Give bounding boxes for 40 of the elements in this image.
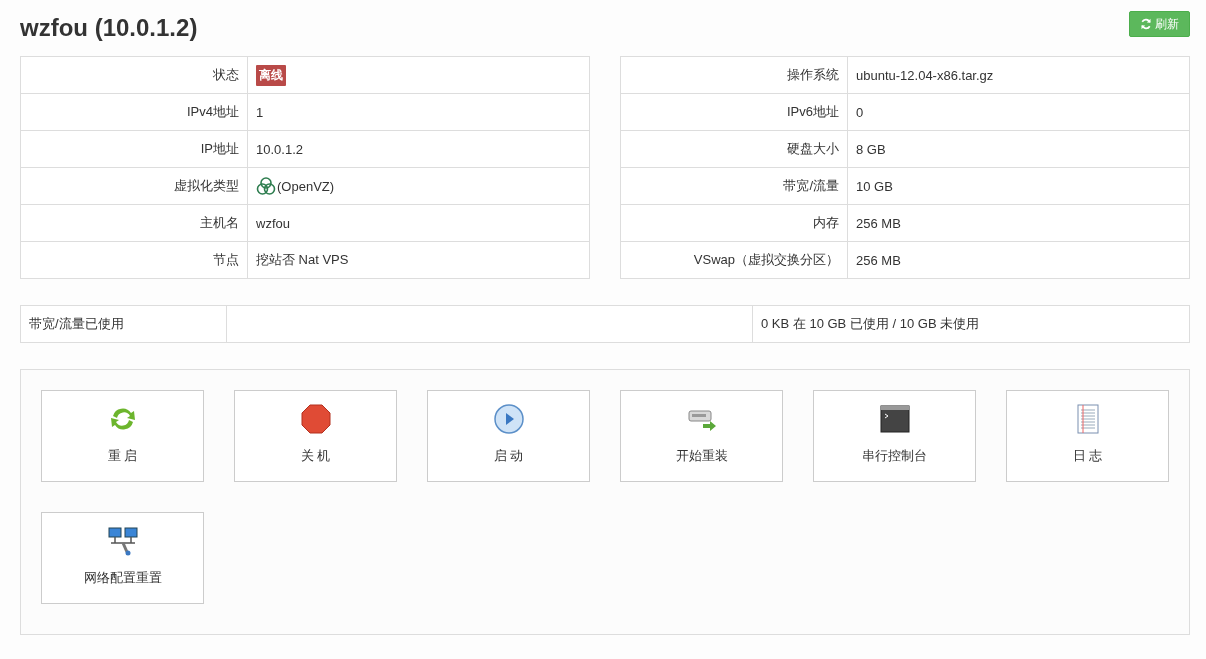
field-label: IPv4地址 [21,94,248,130]
field-label: 主机名 [21,205,248,241]
action-button[interactable]: 网络配置重置 [41,512,204,604]
stop-sign-icon [299,403,332,435]
field-value: 1 [256,104,264,120]
field-value: 8 GB [856,141,886,157]
networked-computers-icon [106,525,139,557]
field-value: 10.0.1.2 [256,141,303,157]
field-label: 节点 [21,242,248,278]
play-circle-icon [492,403,525,435]
knot-logo-icon [256,176,276,196]
field-label: IPv6地址 [621,94,848,130]
field-value: 0 [856,104,864,120]
action-button[interactable]: 串行控制台 [813,390,976,482]
field-value: 挖站否 Nat VPS [256,251,349,269]
field-label: 内存 [621,205,848,241]
action-button[interactable]: 启 动 [427,390,590,482]
action-button[interactable]: 开始重装 [620,390,783,482]
field-label: 硬盘大小 [621,131,848,167]
field-label: IP地址 [21,131,248,167]
field-label: 虚拟化类型 [21,168,248,204]
action-button[interactable]: 日 志 [1006,390,1169,482]
status-badge: 离线 [256,64,286,86]
field-label: VSwap（虚拟交换分区） [621,242,848,278]
field-value: ubuntu-12.04-x86.tar.gz [856,67,994,83]
field-value: 256 MB [856,215,901,231]
field-label: 带宽/流量 [621,168,848,204]
field-label: 状态 [21,57,248,93]
field-value: 10 GB [856,178,893,194]
field-value: (OpenVZ) [277,178,335,194]
refresh-icon [1140,18,1152,30]
usage-label: 带宽/流量已使用 [21,306,227,342]
field-value: wzfou [256,215,290,231]
page-title: wzfou (10.0.1.2) [20,14,198,42]
field-value: 256 MB [856,252,901,268]
terminal-window-icon [878,403,911,435]
usage-summary: 0 KB 在 10 GB 已使用 / 10 GB 未使用 [760,315,980,333]
action-button[interactable]: 关 机 [234,390,397,482]
field-label: 操作系统 [621,57,848,93]
action-button[interactable]: 重 启 [41,390,204,482]
